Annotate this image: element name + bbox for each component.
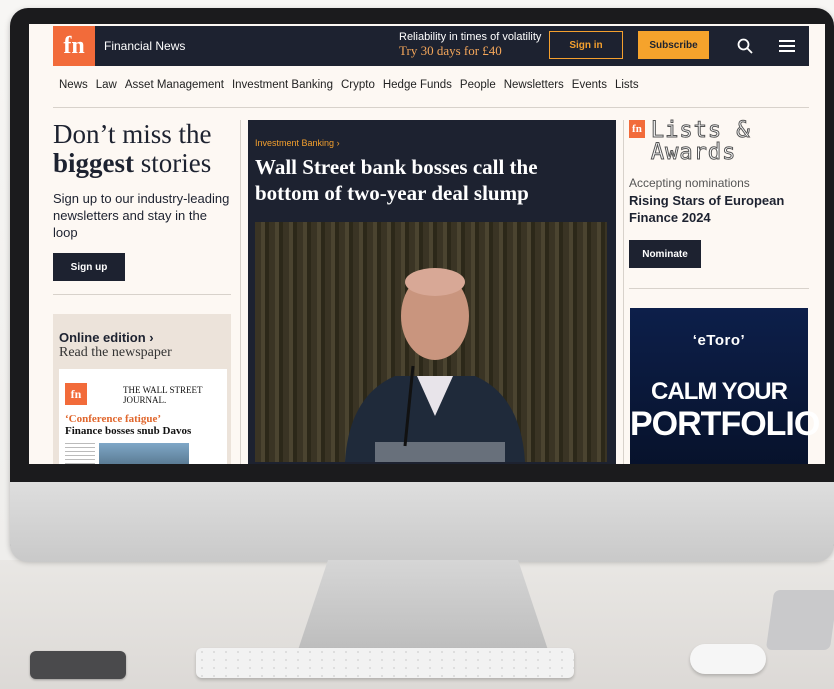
promo-heading-end: stories	[140, 148, 212, 178]
top-bar: fn Financial News Reliability in times o…	[53, 26, 809, 66]
paper-headline: Finance bosses snub Davos	[65, 425, 192, 437]
nav-item-crypto[interactable]: Crypto	[341, 79, 375, 91]
rising-stars-link[interactable]: Rising Stars of European Finance 2024	[629, 192, 809, 226]
online-edition-subtitle: Read the newspaper	[59, 345, 172, 360]
hamburger-menu-icon[interactable]	[779, 39, 795, 53]
promo-heading-bold: biggest	[53, 148, 134, 178]
search-icon[interactable]	[737, 38, 753, 54]
promo-heading-line1: Don’t miss the	[53, 119, 212, 149]
nav-divider	[53, 107, 809, 108]
signup-text: Sign up to our industry-leading newslett…	[53, 191, 230, 240]
nav-item-law[interactable]: Law	[96, 79, 117, 91]
subscribe-button[interactable]: Subscribe	[638, 31, 709, 59]
nav-item-asset-management[interactable]: Asset Management	[125, 79, 224, 91]
left-divider	[53, 294, 231, 295]
sign-up-button[interactable]: Sign up	[53, 253, 125, 281]
lists-awards-logo[interactable]: fn Lists & Awards	[629, 118, 809, 165]
ad-line2: PORTFOLIO	[630, 405, 820, 443]
chevron-right-icon: ›	[149, 330, 154, 345]
lists-awards-title: Lists & Awards	[650, 118, 751, 165]
chevron-right-icon: ›	[336, 138, 340, 148]
website-screen: fn Financial News Reliability in times o…	[29, 24, 825, 464]
story-kicker[interactable]: Investment Banking ›	[255, 138, 340, 148]
online-edition-title[interactable]: Online edition ›	[59, 330, 225, 345]
accepting-nominations: Accepting nominations	[629, 176, 750, 190]
nav-item-events[interactable]: Events	[572, 79, 607, 91]
lists-fn-logo: fn	[629, 120, 645, 138]
column-divider	[623, 120, 624, 464]
newspaper-preview[interactable]: fn THE WALL STREET JOURNAL. ‘Conference …	[59, 369, 227, 464]
promo-heading: Don’t miss the biggest stories	[53, 120, 233, 178]
paper-text-lines	[65, 443, 95, 464]
lead-story[interactable]: Investment Banking › Wall Street bank bo…	[248, 120, 616, 464]
apple-logo-icon	[411, 508, 441, 542]
paper-kicker: ‘Conference fatigue’	[65, 413, 162, 425]
newsletter-promo: Don’t miss the biggest stories Sign up t…	[53, 120, 233, 281]
promo-line2: Try 30 days for £40	[399, 43, 502, 58]
nav-item-newsletters[interactable]: Newsletters	[504, 79, 564, 91]
story-photo[interactable]	[255, 222, 607, 462]
nav-item-news[interactable]: News	[59, 79, 88, 91]
main-nav: News Law Asset Management Investment Ban…	[59, 79, 647, 91]
speaker-figure	[345, 268, 525, 462]
paper-masthead: THE WALL STREET JOURNAL.	[123, 385, 203, 405]
sign-in-button[interactable]: Sign in	[549, 31, 623, 59]
etoro-advert[interactable]: ‘eToro’ CALM YOUR PORTFOLIO	[630, 308, 820, 464]
right-divider	[629, 288, 809, 289]
nav-item-lists[interactable]: Lists	[615, 79, 639, 91]
mouse	[690, 644, 766, 674]
brand-name: Financial News	[104, 39, 186, 53]
nominate-button[interactable]: Nominate	[629, 240, 701, 268]
nav-item-investment-banking[interactable]: Investment Banking	[232, 79, 333, 91]
promo-line1: Reliability in times of volatility	[399, 31, 542, 43]
imac-stand	[298, 560, 548, 650]
column-divider	[240, 120, 241, 464]
fn-logo[interactable]: fn	[53, 26, 95, 66]
online-edition-card[interactable]: Online edition › Read the newspaper fn T…	[53, 314, 231, 464]
nav-item-hedge-funds[interactable]: Hedge Funds	[383, 79, 452, 91]
nav-item-people[interactable]: People	[460, 79, 496, 91]
paper-photo	[99, 443, 189, 464]
paper-fn-logo: fn	[65, 383, 87, 405]
tablet-stack	[765, 590, 834, 650]
lists-awards-panel: fn Lists & Awards Accepting nominations …	[629, 118, 809, 268]
ad-line1: CALM YOUR	[651, 378, 788, 405]
promo-banner[interactable]: Reliability in times of volatility Try 3…	[399, 31, 541, 59]
ad-brand: ‘eToro’	[692, 332, 746, 349]
story-headline[interactable]: Wall Street bank bosses call the bottom …	[255, 154, 595, 206]
keyboard	[196, 648, 574, 678]
phone	[30, 651, 126, 679]
